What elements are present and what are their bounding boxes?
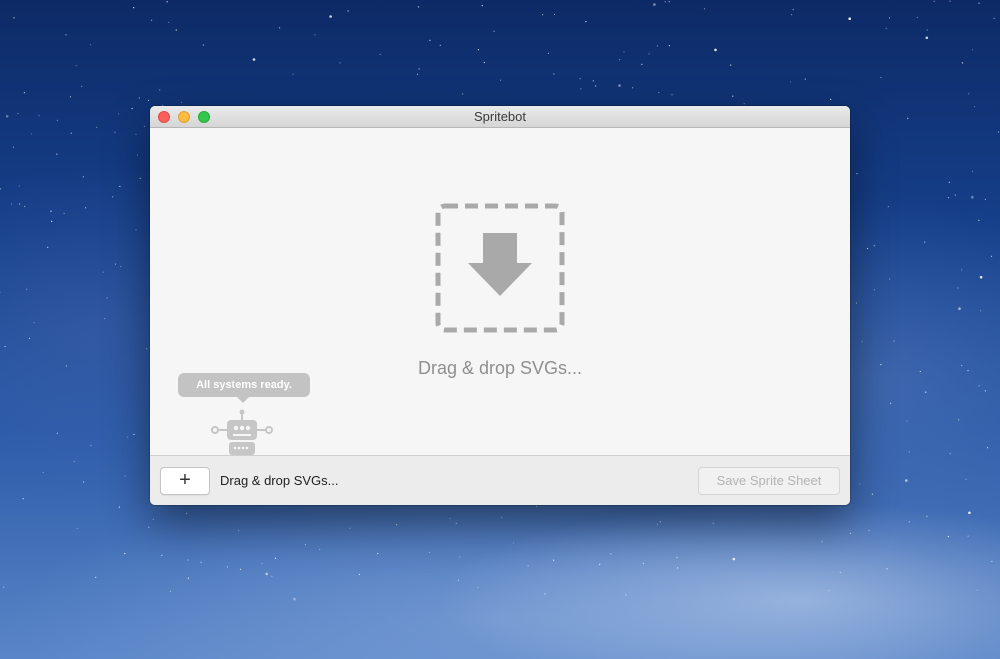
app-window: Spritebot Drag & drop SVGs... All system… — [150, 106, 850, 505]
robot-speech-bubble: All systems ready. — [178, 373, 310, 403]
window-title: Spritebot — [473, 109, 527, 124]
robot-icon — [211, 409, 273, 455]
bottom-toolbar: + Drag & drop SVGs... Save Sprite Sheet — [150, 455, 850, 505]
download-arrow-icon — [435, 203, 565, 333]
status-text: Drag & drop SVGs... — [220, 473, 339, 488]
save-sprite-sheet-button[interactable]: Save Sprite Sheet — [698, 467, 840, 495]
add-files-button[interactable]: + — [160, 467, 210, 495]
drop-area[interactable]: Drag & drop SVGs... All systems ready. — [150, 128, 850, 455]
title-bar[interactable]: Spritebot — [150, 106, 850, 128]
